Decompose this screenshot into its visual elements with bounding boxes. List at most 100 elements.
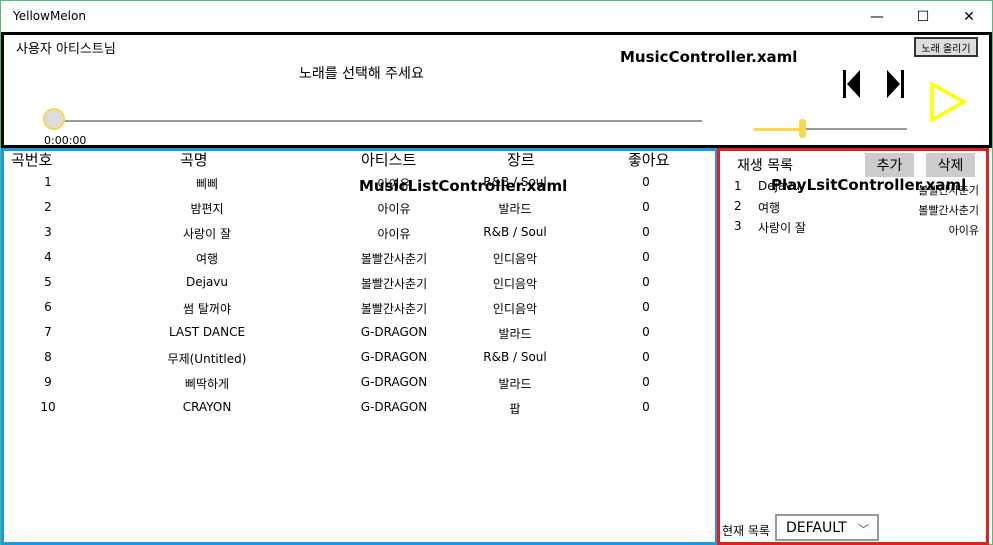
skip-previous-icon[interactable] bbox=[842, 70, 862, 98]
row-artist: G-DRAGON bbox=[360, 325, 428, 339]
row-number: 3 bbox=[44, 225, 52, 239]
music-controller-filename: MusicController.xaml bbox=[620, 48, 798, 66]
row-number: 4 bbox=[44, 250, 52, 264]
row-likes: 0 bbox=[642, 350, 650, 364]
add-button[interactable]: 추가 bbox=[865, 153, 914, 177]
header-genre[interactable]: 장르 bbox=[507, 151, 535, 170]
minimize-button[interactable]: — bbox=[854, 1, 900, 32]
row-number: 1 bbox=[44, 175, 52, 189]
close-icon: ✕ bbox=[963, 8, 975, 25]
row-artist: G-DRAGON bbox=[360, 375, 428, 389]
table-row[interactable]: 7 LAST DANCE G-DRAGON 발라드 0 bbox=[4, 325, 715, 343]
music-controller-panel: 사용자 아티스트님 MusicController.xaml 노래 올리기 노래… bbox=[1, 32, 992, 148]
table-row[interactable]: 9 삐딱하게 G-DRAGON 발라드 0 bbox=[4, 375, 715, 393]
current-list-dropdown[interactable]: DEFAULT ﹀ bbox=[775, 514, 879, 541]
progress-thumb[interactable] bbox=[43, 108, 65, 130]
app-title: YellowMelon bbox=[13, 9, 86, 23]
playlist-item-title: 사랑이 잘 bbox=[758, 221, 806, 235]
row-artist: 아이유 bbox=[377, 227, 411, 241]
header-number[interactable]: 곡번호 bbox=[11, 151, 52, 170]
current-time: 0:00:00 bbox=[44, 134, 87, 147]
row-title: 삐딱하게 bbox=[184, 377, 230, 391]
table-row[interactable]: 8 무제(Untitled) G-DRAGON R&B / Soul 0 bbox=[4, 350, 715, 368]
playlist-item-artist: 아이유 bbox=[948, 224, 979, 237]
row-number: 2 bbox=[44, 200, 52, 214]
playlist-item-number: 1 bbox=[734, 179, 742, 193]
row-genre: 인디음악 bbox=[492, 252, 538, 266]
row-likes: 0 bbox=[642, 200, 650, 214]
playlist-item[interactable]: 2 여행 볼빨간사춘기 bbox=[720, 199, 983, 219]
row-title: Dejavu bbox=[185, 275, 229, 289]
table-row[interactable]: 6 썸 탈꺼야 볼빨간사춘기 인디음악 0 bbox=[4, 300, 715, 318]
chevron-down-icon: ﹀ bbox=[858, 523, 869, 536]
row-genre: 팝 bbox=[509, 402, 521, 416]
volume-track[interactable] bbox=[804, 128, 907, 130]
row-title: 여행 bbox=[195, 252, 219, 266]
playlist-panel: 재생 목록 추가 삭제 1 Dejavu 볼빨간사춘기 2 여행 볼빨간사춘기 3 사랑이 잘… bbox=[717, 148, 989, 545]
user-label: 사용자 아티스트님 bbox=[16, 42, 116, 57]
music-list-filename: MusicListController.xaml bbox=[359, 177, 568, 195]
row-genre: 인디음악 bbox=[492, 302, 538, 316]
row-artist: G-DRAGON bbox=[360, 350, 428, 364]
row-genre: 인디음악 bbox=[492, 277, 538, 291]
header-likes[interactable]: 좋아요 bbox=[628, 151, 669, 170]
current-song-label: 노래를 선택해 주세요 bbox=[299, 66, 424, 82]
row-genre: 발라드 bbox=[498, 377, 532, 391]
music-list-panel: 곡번호 곡명 아티스트 장르 좋아요 1 삐삐아이유 R&B / Soul 0 2 밤편지… bbox=[1, 148, 718, 545]
playlist-item-number: 2 bbox=[734, 199, 742, 213]
upload-song-button[interactable]: 노래 올리기 bbox=[914, 37, 978, 57]
row-artist: 볼빨간사춘기 bbox=[360, 302, 428, 316]
row-genre: 발라드 bbox=[498, 202, 532, 216]
header-title[interactable]: 곡명 bbox=[180, 151, 208, 170]
row-likes: 0 bbox=[642, 375, 650, 389]
table-row[interactable]: 4 여행 볼빨간사춘기 인디음악 0 bbox=[4, 250, 715, 268]
row-likes: 0 bbox=[642, 400, 650, 414]
row-number: 9 bbox=[44, 375, 52, 389]
row-artist: 볼빨간사춘기 bbox=[360, 252, 428, 266]
row-title: LAST DANCE bbox=[168, 325, 246, 339]
row-artist: 아이유 bbox=[377, 202, 411, 216]
progress-track[interactable] bbox=[48, 120, 702, 122]
close-button[interactable]: ✕ bbox=[946, 1, 992, 32]
current-list-value: DEFAULT bbox=[786, 519, 847, 536]
row-genre: 발라드 bbox=[498, 327, 532, 341]
table-row[interactable]: 3 사랑이 잘 아이유 R&B / Soul 0 bbox=[4, 225, 715, 243]
table-row[interactable]: 10 CRAYON G-DRAGON 팝 0 bbox=[4, 400, 715, 418]
row-likes: 0 bbox=[642, 300, 650, 314]
skip-next-icon[interactable] bbox=[885, 70, 905, 98]
row-genre: R&B / Soul bbox=[483, 225, 547, 239]
row-number: 7 bbox=[44, 325, 52, 339]
volume-thumb[interactable] bbox=[799, 119, 806, 138]
row-title: 삐삐 bbox=[195, 177, 219, 191]
row-artist: G-DRAGON bbox=[360, 400, 428, 414]
playlist-title: 재생 목록 bbox=[737, 158, 793, 174]
row-number: 6 bbox=[44, 300, 52, 314]
row-number: 5 bbox=[44, 275, 52, 289]
row-title: 밤편지 bbox=[190, 202, 224, 216]
playlist-item-number: 3 bbox=[734, 219, 742, 233]
row-title: 썸 탈꺼야 bbox=[183, 302, 231, 316]
row-title: 무제(Untitled) bbox=[167, 352, 247, 366]
volume-track-filled[interactable] bbox=[754, 128, 802, 131]
row-likes: 0 bbox=[642, 175, 650, 189]
table-row[interactable]: 5 Dejavu 볼빨간사춘기 인디음악 0 bbox=[4, 275, 715, 293]
title-bar: YellowMelon — ☐ ✕ bbox=[1, 1, 992, 32]
row-genre: R&B / Soul bbox=[483, 350, 547, 364]
playlist-item[interactable]: 3 사랑이 잘 아이유 bbox=[720, 219, 983, 239]
playlist-item-artist: 볼빨간사춘기 bbox=[918, 204, 979, 217]
header-artist[interactable]: 아티스트 bbox=[361, 151, 416, 170]
table-row[interactable]: 2 밤편지 아이유 발라드 0 bbox=[4, 200, 715, 218]
row-title: CRAYON bbox=[182, 400, 232, 414]
minimize-icon: — bbox=[870, 8, 884, 25]
maximize-button[interactable]: ☐ bbox=[900, 1, 946, 32]
playlist-filename: PlayLsitController.xaml bbox=[771, 176, 967, 194]
row-artist: 볼빨간사춘기 bbox=[360, 277, 428, 291]
row-number: 10 bbox=[40, 400, 56, 414]
play-icon[interactable] bbox=[929, 81, 967, 123]
row-likes: 0 bbox=[642, 325, 650, 339]
row-likes: 0 bbox=[642, 225, 650, 239]
row-likes: 0 bbox=[642, 250, 650, 264]
maximize-icon: ☐ bbox=[916, 8, 930, 25]
row-title: 사랑이 잘 bbox=[183, 227, 231, 241]
delete-button[interactable]: 삭제 bbox=[926, 153, 975, 177]
